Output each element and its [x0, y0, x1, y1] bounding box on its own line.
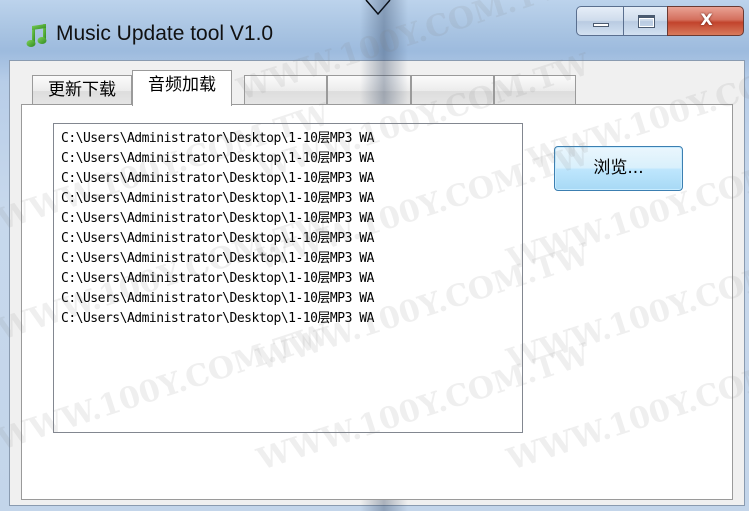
tab-blank-3[interactable] [244, 75, 327, 106]
tab-blank-4[interactable] [327, 75, 411, 106]
browse-button[interactable]: 浏览... [554, 146, 683, 191]
tab-blank-5[interactable] [411, 75, 494, 106]
list-item[interactable]: C:\Users\Administrator\Desktop\1-10层MP3 … [61, 169, 522, 189]
music-note-icon [26, 24, 47, 47]
list-item[interactable]: C:\Users\Administrator\Desktop\1-10层MP3 … [61, 189, 522, 209]
list-item[interactable]: C:\Users\Administrator\Desktop\1-10层MP3 … [61, 129, 522, 149]
window-title: Music Update tool V1.0 [56, 22, 274, 45]
list-item[interactable]: C:\Users\Administrator\Desktop\1-10层MP3 … [61, 289, 522, 309]
tab-update-download[interactable]: 更新下载 [32, 75, 132, 106]
close-button[interactable]: X [667, 6, 744, 36]
audio-file-listbox[interactable]: C:\Users\Administrator\Desktop\1-10层MP3 … [53, 123, 523, 433]
minimize-button[interactable] [576, 6, 624, 36]
app-window: Music Update tool V1.0 X 更新下载 音频加载 C:\Us… [0, 0, 749, 511]
close-icon: X [700, 10, 713, 29]
tab-label: 音频加载 [148, 75, 216, 95]
minimize-icon [593, 23, 609, 27]
list-item[interactable]: C:\Users\Administrator\Desktop\1-10层MP3 … [61, 309, 522, 329]
tab-audio-load[interactable]: 音频加载 [132, 70, 232, 106]
list-item[interactable]: C:\Users\Administrator\Desktop\1-10层MP3 … [61, 229, 522, 249]
list-item[interactable]: C:\Users\Administrator\Desktop\1-10层MP3 … [61, 249, 522, 269]
tab-label: 更新下载 [48, 80, 116, 100]
maximize-icon [638, 15, 655, 28]
maximize-button[interactable] [623, 6, 668, 36]
list-item[interactable]: C:\Users\Administrator\Desktop\1-10层MP3 … [61, 209, 522, 229]
list-item[interactable]: C:\Users\Administrator\Desktop\1-10层MP3 … [61, 149, 522, 169]
tab-blank-6[interactable] [494, 75, 576, 106]
list-item[interactable]: C:\Users\Administrator\Desktop\1-10层MP3 … [61, 269, 522, 289]
caret-down-icon [365, 0, 391, 16]
